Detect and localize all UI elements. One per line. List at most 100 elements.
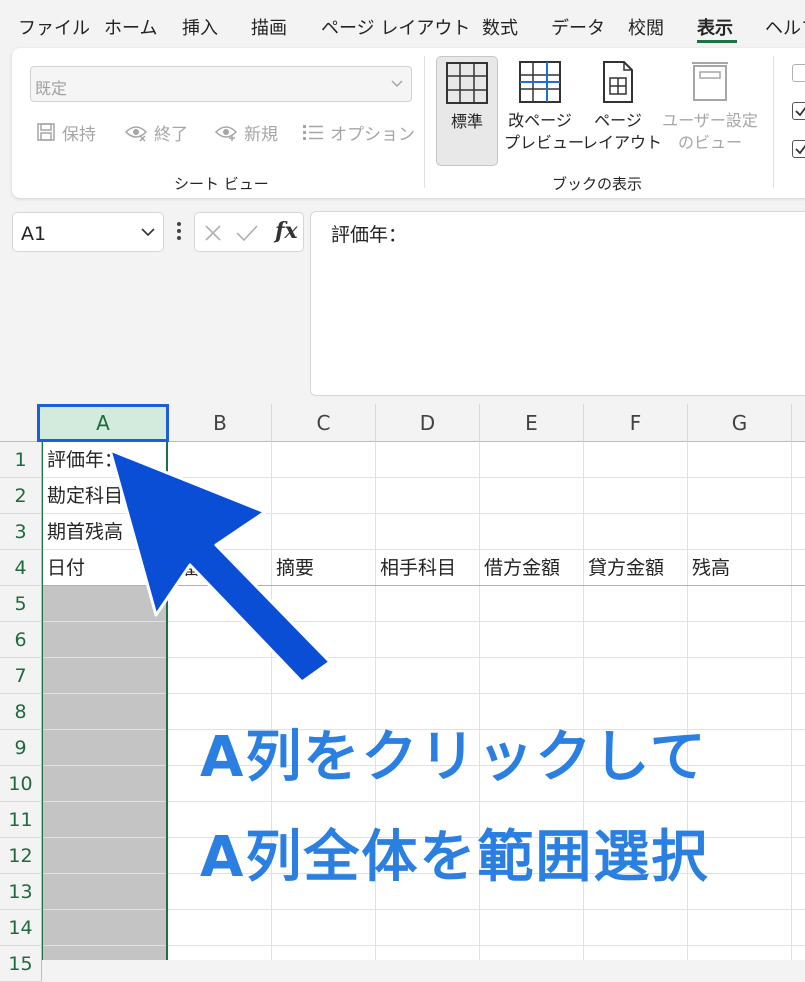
grid-icon [446,62,488,104]
chevron-down-icon [391,80,403,88]
new-view-button[interactable]: 新規 [214,120,278,145]
insert-function-button[interactable]: fx [275,218,298,244]
formula-bar-content: 評価年： [331,224,408,246]
list-icon [303,125,323,140]
page-layout-icon [603,61,633,103]
chevron-down-icon[interactable] [141,227,155,237]
formula-buttons: fx [194,212,304,252]
more-options-icon[interactable] [176,220,182,242]
row-header[interactable]: 13 [0,874,42,910]
custom-views-label-1: ユーザー設定 [662,111,758,130]
exit-view-label: 終了 [154,124,188,145]
tab-data[interactable]: データ [551,14,605,40]
cell-g4[interactable]: 残高 [692,550,730,586]
tab-review[interactable]: 校閲 [628,14,664,40]
row-header[interactable]: 12 [0,838,42,874]
row-header[interactable]: 9 [0,730,42,766]
tab-file[interactable]: ファイル [18,14,90,40]
tab-help[interactable]: ヘルプ [765,14,805,40]
view-options-button[interactable]: オプション [302,120,415,145]
row-header[interactable]: 5 [0,586,42,622]
normal-view-button[interactable]: 標準 [436,56,498,166]
row-header[interactable]: 11 [0,802,42,838]
column-header-a[interactable]: A [37,404,169,442]
row-header[interactable]: 8 [0,694,42,730]
tab-home[interactable]: ホーム [104,14,157,40]
exit-view-button[interactable]: 終了 [124,120,188,145]
group-separator [424,56,425,188]
normal-view-label: 標準 [450,112,483,131]
ribbon-tab-bar: ファイル ホーム 挿入 描画 ページ レイアウト 数式 データ 校閲 表示 ヘル… [0,0,805,48]
gridline [791,442,792,960]
active-tab-underline [697,40,737,43]
keep-view-button[interactable]: 保持 [36,120,96,145]
workbook-views-group-label: ブックの表示 [552,175,643,193]
row-header[interactable]: 3 [0,514,42,550]
column-header-b[interactable]: B [169,404,272,442]
column-header-d[interactable]: D [376,404,480,442]
tab-page-layout[interactable]: ページ レイアウト [321,14,470,40]
column-header-c[interactable]: C [272,404,376,442]
cell-a4[interactable]: 日付 [47,550,85,586]
row-header[interactable]: 2 [0,478,42,514]
column-a-border [42,442,43,960]
keep-view-label: 保持 [62,124,96,145]
column-header-f[interactable]: F [584,404,688,442]
name-box-value: A1 [21,223,47,245]
annotation-text-line2: A列全体を範囲選択 [200,825,710,890]
name-box[interactable]: A1 [12,212,164,252]
cell-e4[interactable]: 借方金額 [484,550,560,586]
save-icon [37,123,55,141]
page-layout-label-1: ページ [594,111,642,130]
custom-views-button[interactable]: ユーザー設定 のビュー [660,56,760,166]
enter-check-icon[interactable] [235,223,259,243]
custom-views-label-2: のビュー [677,133,742,152]
page-break-label-2: プレビュー [504,133,585,152]
column-header-g[interactable]: G [688,404,792,442]
page-break-label-1: 改ページ [508,111,572,130]
column-header-e[interactable]: E [480,404,584,442]
annotation-text-line1: A列をクリックして [200,725,708,790]
row-header[interactable]: 14 [0,910,42,946]
check-icon [795,144,805,155]
cell-d4[interactable]: 相手科目 [380,550,456,586]
formula-bar[interactable]: 評価年： [310,211,805,396]
custom-views-icon [692,62,728,101]
group-separator [773,56,774,188]
new-view-label: 新規 [244,124,278,145]
gridline [42,945,805,946]
eye-add-icon [214,126,238,141]
column-header-h[interactable] [792,404,805,442]
row-header[interactable]: 15 [0,946,42,982]
page-layout-label-2: レイアウト [582,133,663,152]
row-header[interactable]: 10 [0,766,42,802]
tab-view[interactable]: 表示 [697,14,733,40]
show-checkbox[interactable] [792,64,805,82]
eye-close-icon [124,126,148,142]
gridline [42,909,805,910]
tab-formulas[interactable]: 数式 [482,14,518,40]
page-break-icon [519,61,561,103]
check-icon [795,106,805,117]
gridline [42,693,805,694]
sheet-view-select-value: 既定 [35,79,68,98]
view-options-label: オプション [330,124,415,145]
cancel-icon[interactable] [203,223,223,243]
tab-insert[interactable]: 挿入 [182,14,218,40]
select-all-corner[interactable] [0,404,42,442]
gridline [42,801,805,802]
page-layout-view-button[interactable]: ページ レイアウト [582,56,663,166]
row-header[interactable]: 4 [0,550,42,586]
tab-draw[interactable]: 描画 [251,14,287,40]
ribbon-panel: 既定 保持 終了 新規 オプション シート ビュー 標準 改ページ プレビュー … [12,48,805,198]
cell-f4[interactable]: 貸方金額 [588,550,664,586]
row-header[interactable]: 7 [0,658,42,694]
annotation-arrow-icon [108,448,332,684]
sheet-view-select[interactable]: 既定 [30,66,412,102]
row-header[interactable]: 1 [0,442,42,478]
row-header[interactable]: 6 [0,622,42,658]
show-checkbox[interactable] [792,140,805,158]
sheet-view-group-label: シート ビュー [174,175,269,193]
show-checkbox[interactable] [792,102,805,120]
page-break-preview-button[interactable]: 改ページ プレビュー [504,56,585,166]
